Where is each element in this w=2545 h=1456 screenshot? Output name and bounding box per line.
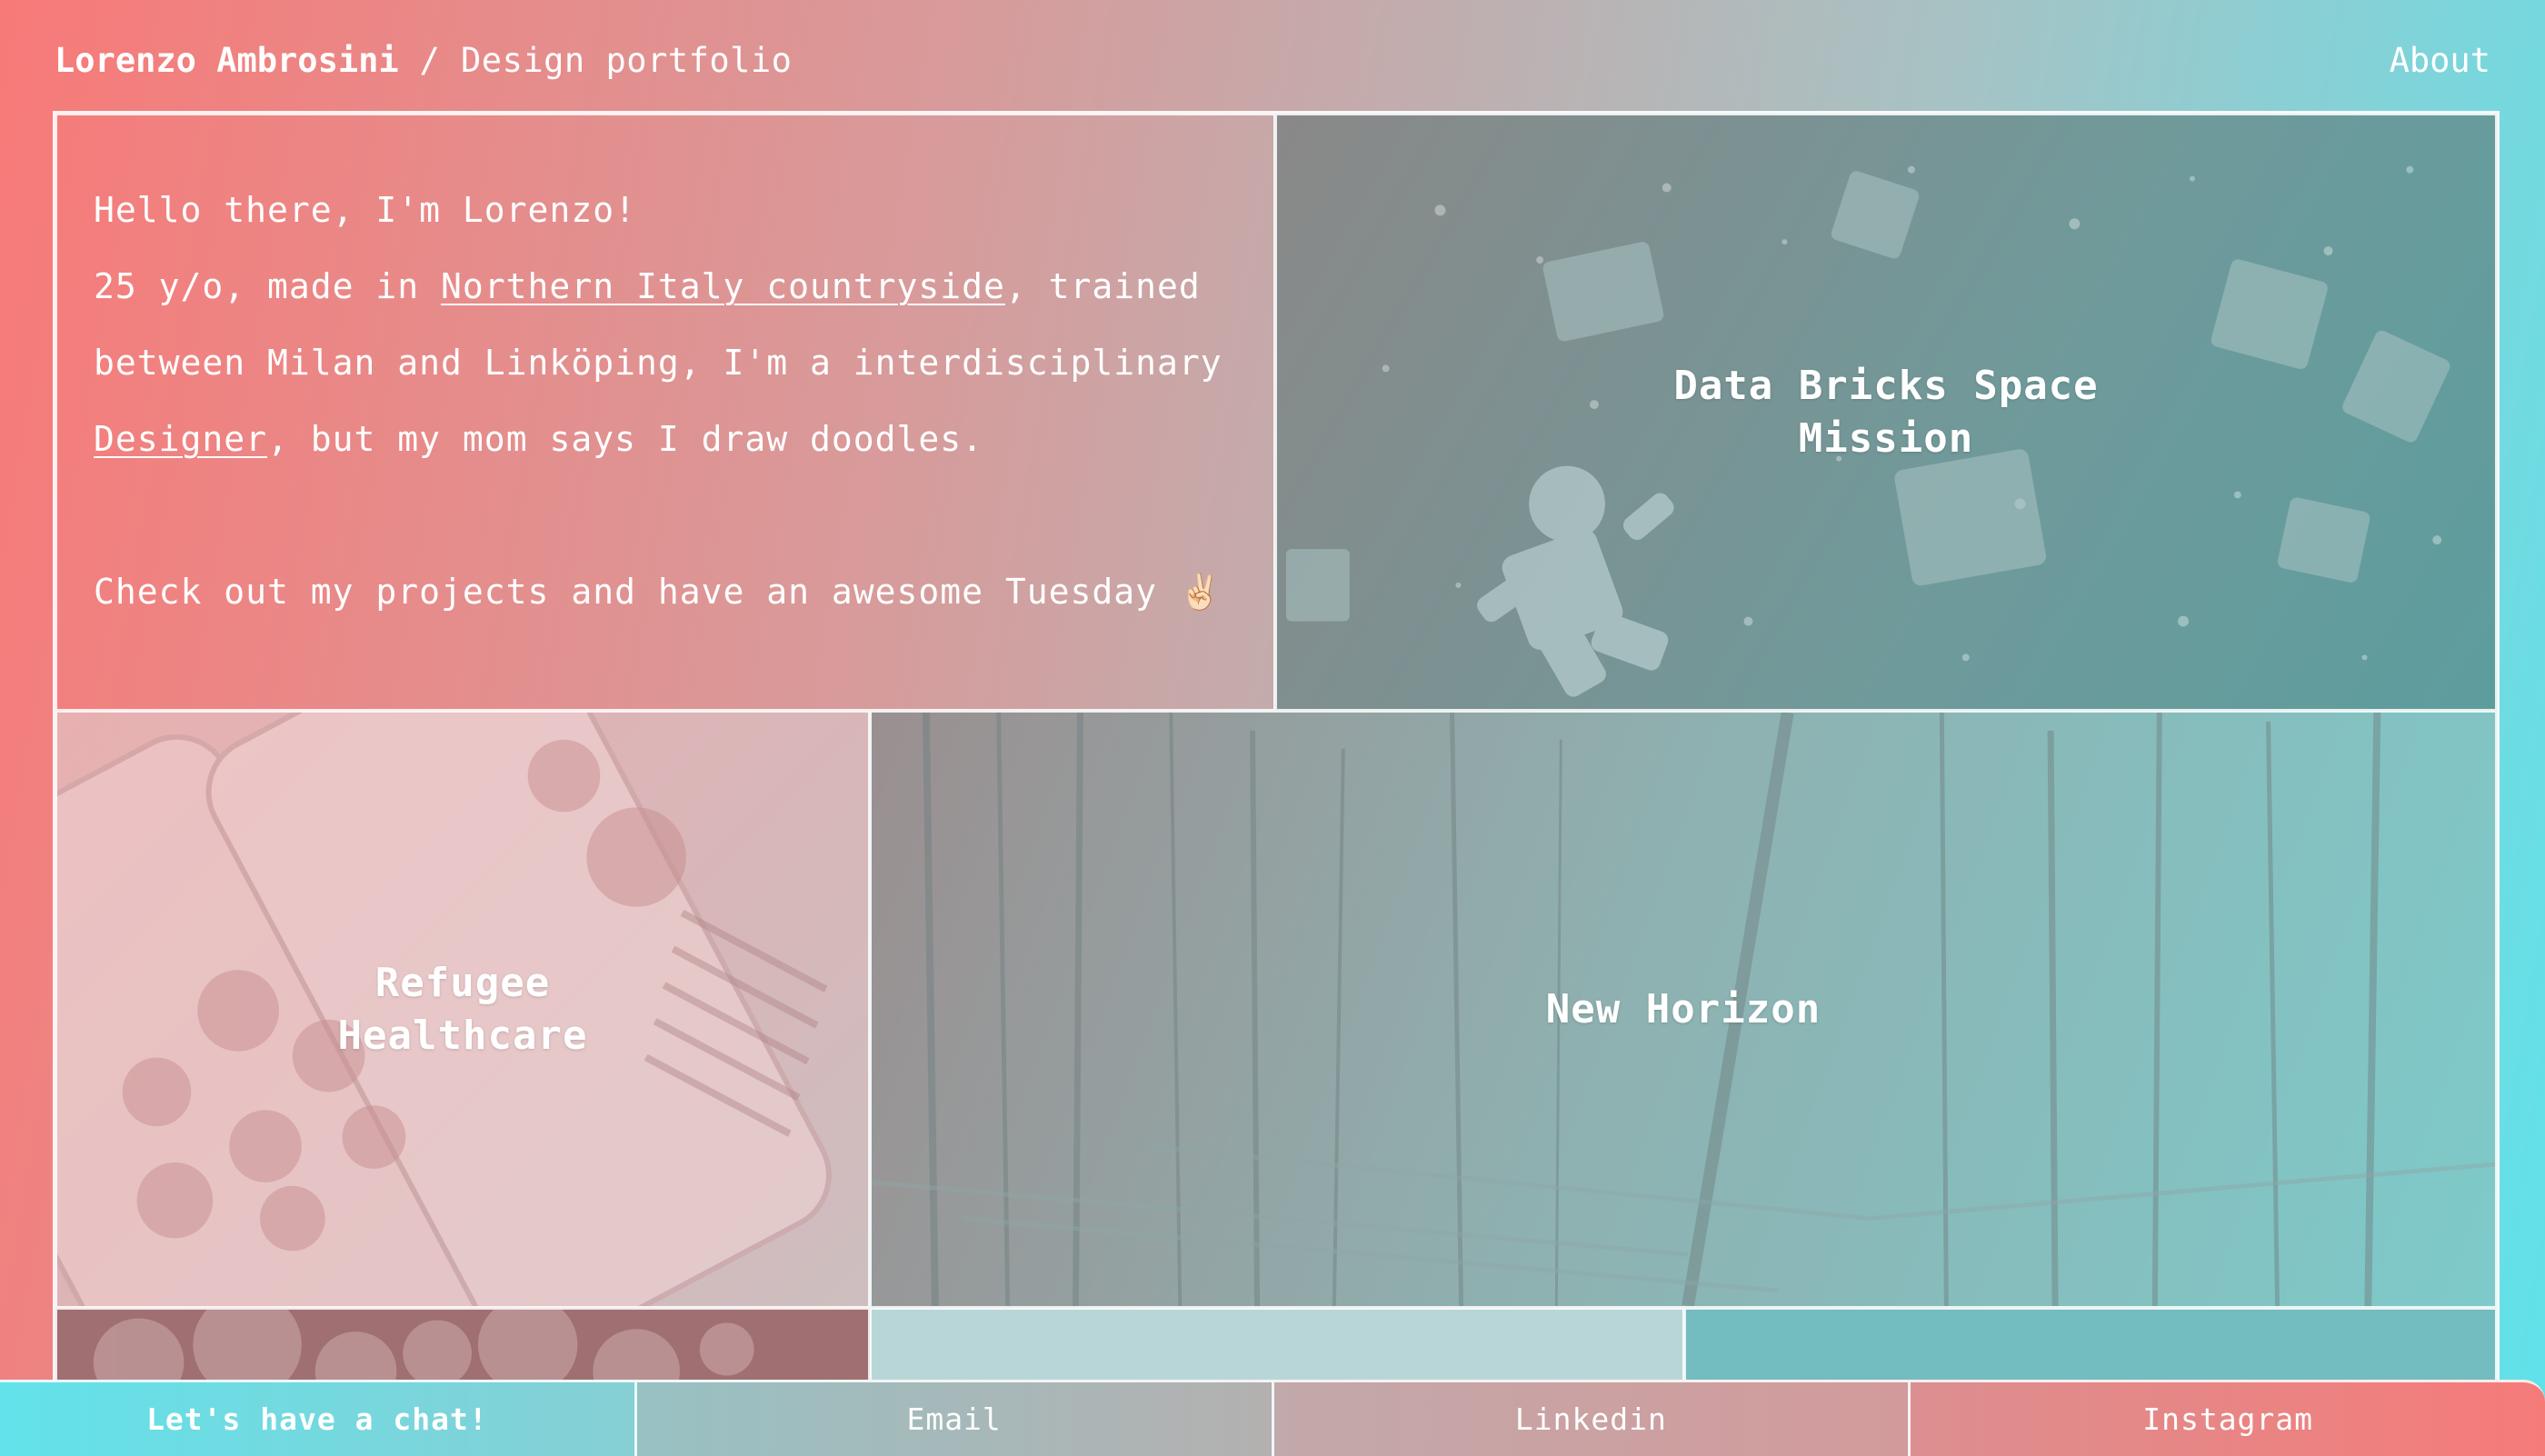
intro-text: , but my mom says I draw doodles. [267,419,984,459]
project-title-line: Data Bricks Space [1673,362,2099,409]
project-card-partial[interactable] [55,1308,870,1386]
project-title: Data Bricks Space Mission [1673,360,2098,465]
intro-text: 25 y/o, made in [94,266,442,306]
site-header: Lorenzo Ambrosini / Design portfolio Abo… [55,35,2490,85]
project-title-line: Refugee [374,959,551,1006]
project-card-refugee-healthcare[interactable]: Refugee Healthcare [55,711,870,1308]
breadcrumb-separator: / [398,40,462,80]
instagram-button[interactable]: Instagram [1911,1380,2545,1456]
chat-button[interactable]: Let's have a chat! [0,1380,637,1456]
intro-bio-line: Designer, but my mom says I draw doodles… [94,401,1237,477]
project-title-line: New Horizon [1545,985,1821,1032]
project-card-partial[interactable] [1684,1308,2497,1386]
intro-closing: Check out my projects and have an awesom… [94,572,1223,612]
project-title: New Horizon [1546,983,1821,1036]
page-title: Design portfolio [461,40,793,80]
intro-text: , trained [1004,266,1201,306]
email-button[interactable]: Email [636,1380,1274,1456]
project-title-line: Mission [1798,414,1974,462]
breadcrumb: Lorenzo Ambrosini / Design portfolio [55,41,792,80]
site-owner-name[interactable]: Lorenzo Ambrosini [55,41,399,80]
about-link[interactable]: About [2390,41,2490,80]
bubbles-illustration [93,1310,754,1386]
intro-panel: Hello there, I'm Lorenzo! 25 y/o, made i… [55,114,1275,711]
intro-bio-line: 25 y/o, made in Northern Italy countrysi… [94,248,1237,324]
contact-bar: Let's have a chat! Email Linkedin Instag… [0,1380,2545,1456]
linkedin-button[interactable]: Linkedin [1273,1380,1911,1456]
intro-bio-line: between Milan and Linköping, I'm a inter… [94,343,1223,383]
intro-greeting: Hello there, I'm Lorenzo! [94,190,636,230]
designer-link[interactable]: Designer [94,419,267,459]
project-card-partial[interactable] [870,1308,1684,1386]
project-card-new-horizon[interactable]: New Horizon [870,711,2497,1308]
portfolio-grid: Hello there, I'm Lorenzo! 25 y/o, made i… [53,111,2500,1386]
project-title: Refugee Healthcare [338,957,588,1062]
northern-italy-link[interactable]: Northern Italy countryside [441,266,1005,306]
project-card-data-bricks[interactable]: Data Bricks Space Mission [1275,114,2497,711]
project-title-line: Healthcare [337,1012,588,1059]
